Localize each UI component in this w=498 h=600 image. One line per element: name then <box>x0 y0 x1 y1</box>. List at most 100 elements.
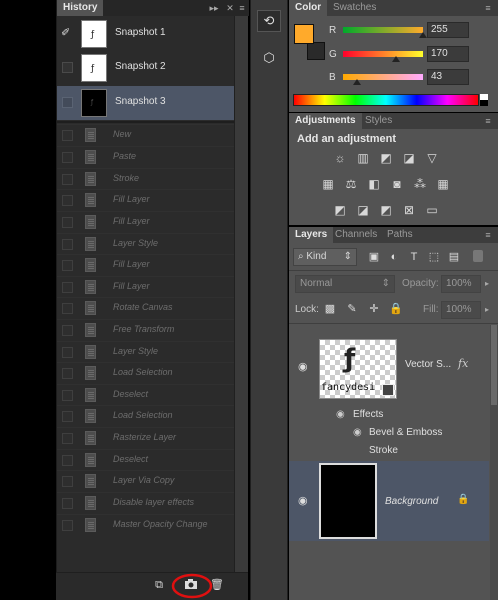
tab-styles[interactable]: Styles <box>359 113 398 129</box>
history-state[interactable]: Paste <box>57 146 235 168</box>
black-swatch[interactable] <box>480 100 488 106</box>
history-state[interactable]: Layer Via Copy <box>57 470 235 492</box>
selective-color-icon[interactable]: ⊠ <box>402 203 416 217</box>
tab-swatches[interactable]: Swatches <box>327 0 382 16</box>
source-checkbox[interactable] <box>62 174 73 185</box>
lock-image-pixels-icon[interactable]: ✎ <box>345 302 359 316</box>
source-checkbox[interactable] <box>62 195 73 206</box>
history-state[interactable]: Load Selection <box>57 405 235 427</box>
panel-menu-icon[interactable]: ≡ <box>237 3 247 13</box>
layers-scrollbar-thumb[interactable] <box>491 325 497 405</box>
photo-filter-icon[interactable]: ◙ <box>390 177 404 191</box>
snapshot-2[interactable]: ƒ Snapshot 2 <box>57 51 235 85</box>
effect-bevel-emboss-row[interactable]: ◉ Bevel & Emboss <box>289 425 489 443</box>
brightness-icon[interactable]: ☼ <box>333 151 347 165</box>
history-state[interactable]: Fill Layer <box>57 189 235 211</box>
effect-stroke-row[interactable]: Stroke <box>289 443 489 461</box>
threshold-icon[interactable]: ◩ <box>379 203 393 217</box>
color-spectrum-ramp[interactable] <box>293 94 479 106</box>
history-state[interactable]: Deselect <box>57 449 235 471</box>
adjustment-filter-icon[interactable]: ◐ <box>387 250 401 264</box>
source-checkbox[interactable] <box>62 303 73 314</box>
effects-eye-icon[interactable]: ◉ <box>336 409 345 420</box>
lock-position-icon[interactable]: ✛ <box>367 302 381 316</box>
layer-filter-kind-select[interactable]: ⌕ Kind ⇕ <box>293 248 357 266</box>
blue-value-field[interactable]: 43 <box>427 69 469 85</box>
green-slider[interactable] <box>343 51 423 57</box>
color-lookup-icon[interactable]: ▦ <box>436 177 450 191</box>
source-checkbox[interactable] <box>62 455 73 466</box>
levels-icon[interactable]: ▥ <box>356 151 370 165</box>
history-state[interactable]: Rasterize Layer <box>57 427 235 449</box>
collapse-icon[interactable]: ▸▸ <box>209 3 219 13</box>
panel-menu-icon[interactable]: ≡ <box>483 230 493 240</box>
red-slider[interactable] <box>343 27 423 33</box>
black-white-icon[interactable]: ◧ <box>367 177 381 191</box>
lock-transparent-pixels-icon[interactable]: ▩ <box>323 302 337 316</box>
snapshot-3[interactable]: ƒ Snapshot 3 <box>57 86 235 120</box>
layer-row-vector[interactable]: ◉ ƒ fancydesi Vector S... fx <box>289 325 489 407</box>
layer-name[interactable]: Vector S... <box>405 359 451 370</box>
history-state[interactable]: Disable layer effects <box>57 492 235 514</box>
effects-row[interactable]: ◉ Effects <box>289 407 489 425</box>
blue-slider-thumb[interactable] <box>353 79 361 85</box>
shape-filter-icon[interactable]: ⬚ <box>427 250 441 264</box>
background-color-swatch[interactable] <box>307 42 325 60</box>
layer-row-background[interactable]: ◉ Background 🔒 <box>289 461 489 541</box>
history-state[interactable]: Stroke <box>57 168 235 190</box>
tab-paths[interactable]: Paths <box>381 227 419 243</box>
history-state[interactable]: Layer Style <box>57 341 235 363</box>
3d-cube-icon[interactable]: ⬡ <box>257 48 281 70</box>
color-balance-icon[interactable]: ⚖ <box>344 177 358 191</box>
history-state[interactable]: Fill Layer <box>57 211 235 233</box>
source-checkbox[interactable] <box>62 433 73 444</box>
channel-mixer-icon[interactable]: ⁂ <box>413 177 427 191</box>
source-checkbox[interactable] <box>62 476 73 487</box>
tab-history[interactable]: History <box>57 0 104 16</box>
layer-lock-icon[interactable]: 🔒 <box>457 494 469 505</box>
source-checkbox[interactable] <box>62 411 73 422</box>
invert-icon[interactable]: ◩ <box>333 203 347 217</box>
panel-menu-icon[interactable]: ≡ <box>483 116 493 126</box>
history-state[interactable]: Fill Layer <box>57 254 235 276</box>
source-checkbox[interactable] <box>62 498 73 509</box>
snapshot-1[interactable]: ✐ ƒ Snapshot 1 <box>57 17 235 51</box>
history-state[interactable]: Load Selection <box>57 362 235 384</box>
history-brush-icon[interactable]: ✐ <box>61 26 73 40</box>
source-checkbox[interactable] <box>62 130 73 141</box>
curves-icon[interactable]: ◩ <box>379 151 393 165</box>
history-state[interactable]: Free Transform <box>57 319 235 341</box>
history-state[interactable]: Master Opacity Change <box>57 514 235 536</box>
layers-scrollbar[interactable] <box>490 325 498 600</box>
exposure-icon[interactable]: ◪ <box>402 151 416 165</box>
layer-name[interactable]: Background <box>385 496 438 507</box>
source-checkbox[interactable] <box>62 217 73 228</box>
source-checkbox[interactable] <box>62 390 73 401</box>
source-checkbox[interactable] <box>62 347 73 358</box>
history-state[interactable]: Fill Layer <box>57 276 235 298</box>
vibrance-icon[interactable]: ▽ <box>425 151 439 165</box>
history-panel-icon[interactable]: ⟲ <box>257 10 281 32</box>
source-checkbox[interactable] <box>62 520 73 531</box>
red-slider-thumb[interactable] <box>419 32 427 38</box>
source-checkbox[interactable] <box>62 282 73 293</box>
green-slider-thumb[interactable] <box>392 56 400 62</box>
tab-color[interactable]: Color <box>289 0 328 16</box>
source-checkbox[interactable] <box>62 260 73 271</box>
source-checkbox[interactable] <box>62 325 73 336</box>
blend-mode-select[interactable]: Normal ⇕ <box>295 275 395 293</box>
history-state[interactable]: Rotate Canvas <box>57 297 235 319</box>
layer-effects-fx-icon[interactable]: fx <box>458 357 468 370</box>
red-value-field[interactable]: 255 <box>427 22 469 38</box>
fill-field[interactable]: 100% <box>441 301 481 319</box>
hue-saturation-icon[interactable]: ▦ <box>321 177 335 191</box>
foreground-color-swatch[interactable] <box>294 24 314 44</box>
history-state[interactable]: Deselect <box>57 384 235 406</box>
opacity-field[interactable]: 100% <box>441 275 481 293</box>
tab-adjustments[interactable]: Adjustments <box>289 113 362 129</box>
close-icon[interactable]: ✕ <box>225 3 235 13</box>
source-checkbox[interactable] <box>62 152 73 163</box>
gradient-map-icon[interactable]: ▭ <box>425 203 439 217</box>
source-checkbox[interactable] <box>62 239 73 250</box>
history-state[interactable]: New <box>57 124 235 146</box>
